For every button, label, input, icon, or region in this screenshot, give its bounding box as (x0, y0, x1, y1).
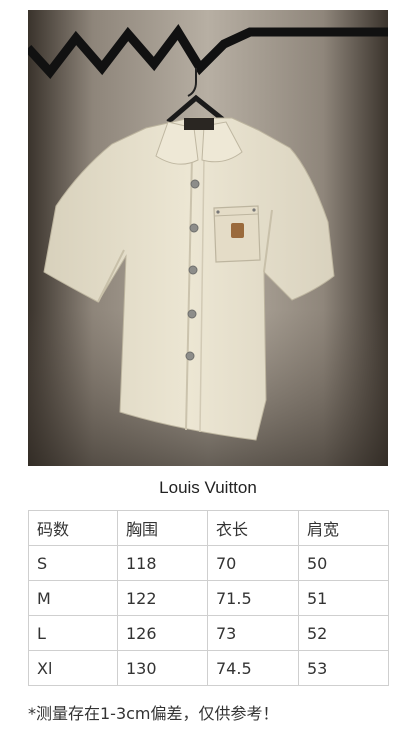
table-row: M 122 71.5 51 (28, 580, 389, 616)
table-cell: L (28, 615, 118, 651)
table-cell: Xl (28, 650, 118, 686)
table-row: Xl 130 74.5 53 (28, 650, 389, 686)
table-cell: 126 (117, 615, 208, 651)
table-cell: 74.5 (207, 650, 299, 686)
header-cell: 码数 (28, 510, 118, 546)
zigzag-rail (28, 23, 388, 79)
hanger-hook (187, 68, 197, 97)
product-photo (28, 10, 388, 466)
header-cell: 衣长 (207, 510, 299, 546)
shirt-illustration (28, 23, 388, 466)
table-cell: M (28, 580, 118, 616)
neck-label (184, 118, 214, 130)
table-cell: 118 (117, 545, 208, 581)
header-cell: 胸围 (117, 510, 208, 546)
table-cell: 70 (207, 545, 299, 581)
table-cell: 122 (117, 580, 208, 616)
brand-name: Louis Vuitton (159, 478, 257, 497)
table-cell: S (28, 545, 118, 581)
table-row: S 118 70 50 (28, 545, 389, 581)
table-cell: 52 (298, 615, 389, 651)
table-cell: 71.5 (207, 580, 299, 616)
table-cell: 51 (298, 580, 389, 616)
table-header-row: 码数 胸围 衣长 肩宽 (28, 510, 389, 546)
leather-patch (231, 223, 244, 238)
table-cell: 53 (298, 650, 389, 686)
header-cell: 肩宽 (298, 510, 389, 546)
table-row: L 126 73 52 (28, 615, 389, 651)
table-cell: 130 (117, 650, 208, 686)
table-cell: 73 (207, 615, 299, 651)
size-table: 码数 胸围 衣长 肩宽 S 118 70 50 M 122 71.5 51 L … (28, 510, 389, 686)
measurement-note: *测量存在1-3cm偏差，仅供参考！ (28, 704, 279, 723)
table-cell: 50 (298, 545, 389, 581)
